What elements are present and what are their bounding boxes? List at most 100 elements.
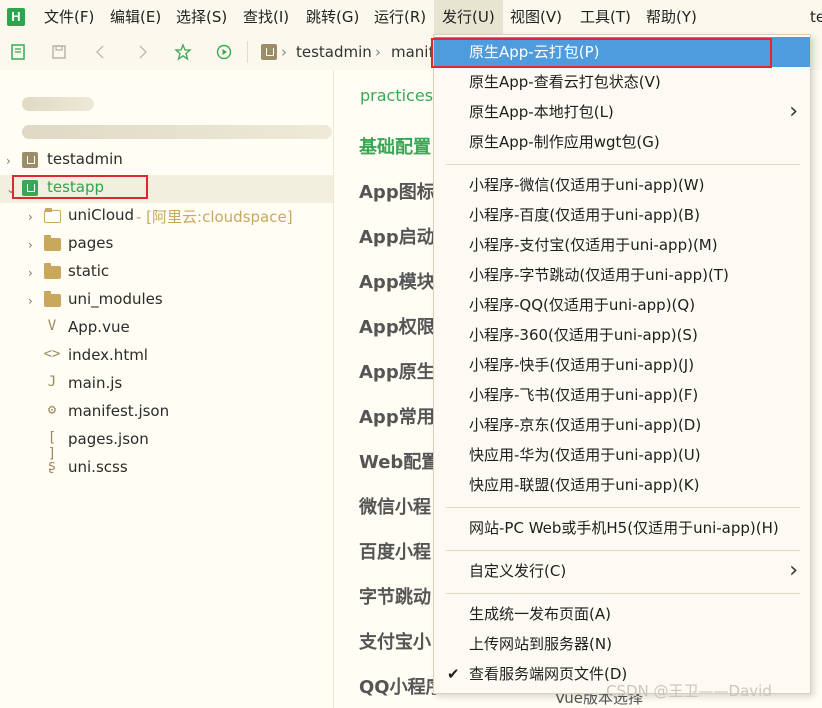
publish-menu-item[interactable]: 小程序-QQ(仅适用于uni-app)(Q) [434,290,810,320]
tree-item-uni-modules[interactable]: › uni_modules [0,287,333,315]
publish-menu-item[interactable]: 小程序-微信(仅适用于uni-app)(W) [434,170,810,200]
tree-item-app-vue[interactable]: V App.vue [0,315,333,343]
tree-item-label: uniCloud [68,206,135,224]
section-app-icon[interactable]: App图标 [359,178,435,204]
section-baidu-mp[interactable]: 百度小程 [359,538,431,564]
section-app-common[interactable]: App常用 [359,403,435,429]
publish-menu-item[interactable]: 网站-PC Web或手机H5(仅适用于uni-app)(H) [434,513,810,543]
menu-file[interactable]: 文件(F) [44,0,94,34]
scss-file-icon: ʂ [47,458,57,474]
hbuilder-logo-icon: H [7,8,25,26]
breadcrumb-chevron-icon: › [281,43,287,61]
section-app-native[interactable]: App原生 [359,358,435,384]
tree-item-testadmin[interactable]: › testadmin [0,147,333,175]
tree-item-static[interactable]: › static [0,259,333,287]
menu-item-label: 原生App-本地打包(L) [469,103,614,121]
tree-item-manifest-json[interactable]: ⚙ manifest.json [0,399,333,427]
breadcrumb-file[interactable]: manif [391,43,434,61]
menu-item-label: 上传网站到服务器(N) [469,635,612,653]
menu-edit[interactable]: 编辑(E) [110,0,161,34]
publish-menu-item[interactable]: 小程序-京东(仅适用于uni-app)(D) [434,410,810,440]
tree-item-label: testadmin [47,150,123,168]
tree-item-main-js[interactable]: J main.js [0,371,333,399]
chevron-right-icon[interactable]: › [28,294,36,308]
publish-menu-item[interactable]: 生成统一发布页面(A) [434,599,810,629]
menu-publish[interactable]: 发行(U) [434,0,503,34]
section-app-permissions[interactable]: App权限 [359,313,435,339]
publish-dropdown-menu: 原生App-云打包(P) 原生App-查看云打包状态(V) 原生App-本地打包(L… [433,34,811,694]
menu-find[interactable]: 查找(I) [243,0,289,34]
publish-menu-item[interactable]: 小程序-百度(仅适用于uni-app)(B) [434,200,810,230]
tree-item-index-html[interactable]: <> index.html [0,343,333,371]
project-icon [261,44,277,60]
chevron-right-icon[interactable]: › [6,154,14,168]
run-icon[interactable] [215,43,233,61]
publish-menu-item[interactable]: 原生App-查看云打包状态(V) [434,67,810,97]
publish-menu-item[interactable]: 小程序-快手(仅适用于uni-app)(J) [434,350,810,380]
vue-file-icon: V [47,318,57,334]
section-weixin-mp[interactable]: 微信小程 [359,493,431,519]
menu-separator [446,507,800,508]
section-alipay-mp[interactable]: 支付宝小 [359,628,431,654]
tree-item-unicloud[interactable]: › uniCloud - [阿里云:cloudspace] [0,203,333,231]
section-toutiao-mp[interactable]: 字节跳动 [359,583,431,609]
breadcrumb-project[interactable]: testadmin [296,43,372,61]
star-icon[interactable] [174,43,192,61]
menu-item-label: 查看服务端网页文件(D) [469,665,628,683]
settings-file-icon: ⚙ [47,402,57,418]
publish-menu-item[interactable]: 自定义发行(C) › [434,556,810,586]
folder-icon [44,235,61,251]
tree-item-uni-scss[interactable]: ʂ uni.scss [0,455,333,483]
publish-menu-item[interactable]: 原生App-本地打包(L) › [434,97,810,127]
menu-item-label: 小程序-QQ(仅适用于uni-app)(Q) [469,296,696,314]
menu-view[interactable]: 视图(V) [510,0,562,34]
tree-item-pages-json[interactable]: [ ] pages.json [0,427,333,462]
new-file-icon[interactable] [9,43,27,61]
section-qq-mp[interactable]: QQ小程序 [359,673,444,699]
chevron-right-icon[interactable]: › [28,266,36,280]
section-app-modules[interactable]: App模块 [359,268,435,294]
section-app-splash[interactable]: App启动 [359,223,435,249]
forward-icon[interactable] [133,43,151,61]
project-icon [22,152,38,168]
cloud-space-label: - [阿里云:cloudspace] [136,208,293,226]
breadcrumb-chevron-icon: › [375,43,381,61]
tree-item-label: App.vue [68,318,130,336]
menu-help[interactable]: 帮助(Y) [646,0,697,34]
chevron-right-icon[interactable]: › [28,210,36,224]
folder-icon [44,263,61,279]
blurred-row [22,97,94,111]
publish-menu-item[interactable]: 快应用-联盟(仅适用于uni-app)(K) [434,470,810,500]
save-icon[interactable] [50,43,68,61]
submenu-arrow-icon: › [789,99,798,124]
menu-item-label: 小程序-360(仅适用于uni-app)(S) [469,326,698,344]
back-icon[interactable] [92,43,110,61]
tree-item-label: pages [68,234,114,252]
publish-menu-item[interactable]: 小程序-360(仅适用于uni-app)(S) [434,320,810,350]
publish-menu-item[interactable]: 小程序-支付宝(仅适用于uni-app)(M) [434,230,810,260]
publish-menu-item[interactable]: 小程序-字节跳动(仅适用于uni-app)(T) [434,260,810,290]
practices-link[interactable]: practices [360,86,433,105]
section-web-config[interactable]: Web配置 [359,448,439,474]
menu-item-label: 小程序-京东(仅适用于uni-app)(D) [469,416,702,434]
menu-clipped-title: te [810,8,822,26]
publish-menu-item[interactable]: 原生App-制作应用wgt包(G) [434,127,810,157]
menu-item-label: 生成统一发布页面(A) [469,605,611,623]
publish-menu-item[interactable]: 小程序-飞书(仅适用于uni-app)(F) [434,380,810,410]
tree-item-pages[interactable]: › pages [0,231,333,259]
chevron-right-icon[interactable]: › [28,238,36,252]
menu-item-label: 快应用-联盟(仅适用于uni-app)(K) [469,476,700,494]
menu-select[interactable]: 选择(S) [176,0,227,34]
menu-separator [446,593,800,594]
tree-item-label: main.js [68,374,123,392]
menu-item-label: 网站-PC Web或手机H5(仅适用于uni-app)(H) [469,519,779,537]
menu-goto[interactable]: 跳转(G) [306,0,359,34]
publish-menu-item[interactable]: 上传网站到服务器(N) [434,629,810,659]
html-file-icon: <> [43,346,61,362]
menu-separator [446,164,800,165]
publish-menu-item[interactable]: 快应用-华为(仅适用于uni-app)(U) [434,440,810,470]
tree-item-label: manifest.json [68,402,170,420]
section-basic-config[interactable]: 基础配置 [359,133,431,159]
menu-run[interactable]: 运行(R) [374,0,426,34]
menu-tools[interactable]: 工具(T) [580,0,631,34]
